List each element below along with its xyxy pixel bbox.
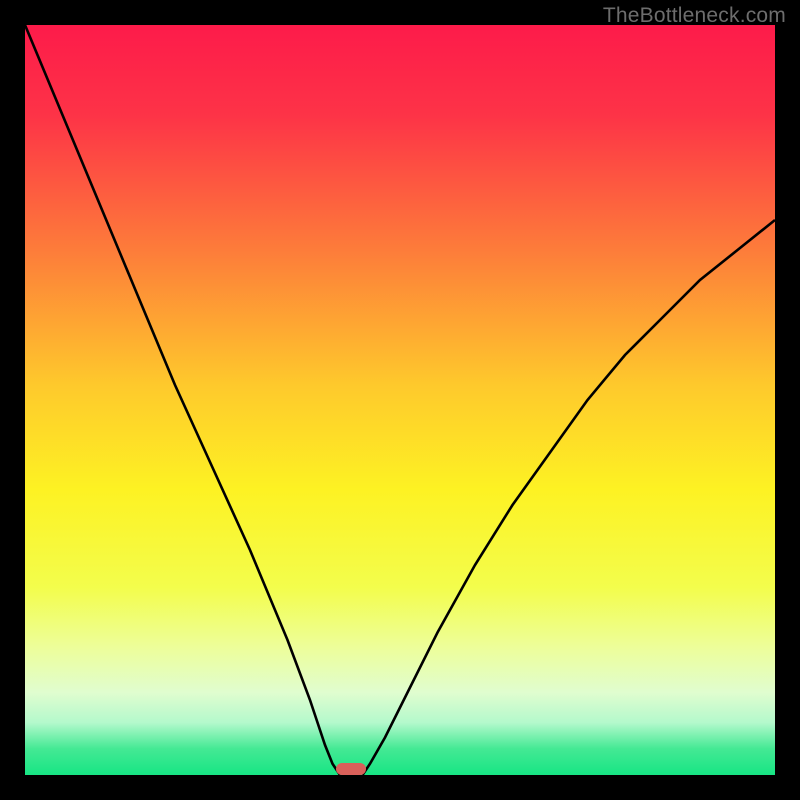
bottleneck-marker [336,763,366,775]
chart-area [25,25,775,775]
curve-layer [25,25,775,775]
curve-left [25,25,340,775]
curve-right [363,220,776,775]
